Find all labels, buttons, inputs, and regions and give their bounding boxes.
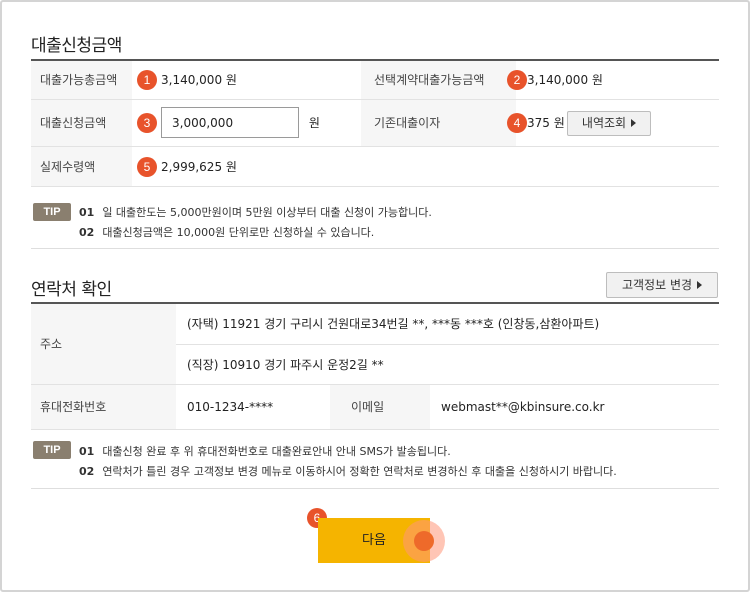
- step-badge-4: 4: [507, 112, 527, 133]
- contact-section-title: 연락처 확인: [31, 280, 112, 300]
- address-work: (직장) 10910 경기 파주시 운정2길 **: [176, 344, 720, 385]
- net-received-cell: 5 2,999,625 원: [132, 146, 719, 187]
- tip-item-text: 대출신청금액은 10,000원 단위로만 신청하실 수 있습니다.: [102, 226, 375, 239]
- tip-badge: TIP: [33, 203, 71, 221]
- net-received-value: 2,999,625 원: [161, 159, 237, 174]
- arrow-right-icon: [697, 281, 703, 289]
- apply-amount-input[interactable]: [161, 107, 299, 138]
- table-row: 실제수령액 5 2,999,625 원: [31, 146, 719, 187]
- step-badge-2: 2: [507, 70, 527, 90]
- tip-item-text: 대출신청 완료 후 위 휴대전화번호로 대출완료안내 안내 SMS가 발송됩니다…: [102, 445, 451, 458]
- step-badge-1: 1: [137, 70, 157, 90]
- tip-item: 01 대출신청 완료 후 위 휴대전화번호로 대출완료안내 안내 SMS가 발송됩…: [79, 443, 451, 459]
- tip-item-number: 02: [79, 465, 95, 478]
- section-divider: [31, 248, 719, 249]
- table-row: 휴대전화번호 010-1234-**** 이메일 webmast**@kbins…: [31, 384, 720, 430]
- edit-customer-info-label: 고객정보 변경: [621, 278, 693, 292]
- tip-item-number: 01: [79, 206, 95, 219]
- available-total-label: 대출가능총금액: [31, 61, 132, 100]
- loan-section-title: 대출신청금액: [31, 36, 122, 56]
- table-row: 대출신청금액 3 원 기존대출이자 4 375 원 내역조회: [31, 99, 719, 147]
- tip-item-number: 02: [79, 226, 95, 239]
- existing-interest-label: 기존대출이자: [361, 99, 516, 147]
- section-divider: [31, 488, 719, 489]
- history-lookup-button[interactable]: 내역조회: [567, 110, 651, 136]
- tip-item-text: 연락처가 틀린 경우 고객정보 변경 메뉴로 이동하시어 정확한 연락처로 변경…: [102, 465, 617, 478]
- net-received-label: 실제수령액: [31, 146, 132, 187]
- mobile-label: 휴대전화번호: [31, 384, 176, 430]
- arrow-right-icon: [631, 118, 637, 127]
- apply-amount-unit: 원: [308, 115, 320, 130]
- edit-customer-info-button[interactable]: 고객정보 변경: [606, 272, 718, 298]
- tip-item: 01 일 대출한도는 5,000만원이며 5만원 이상부터 대출 신청이 가능합니…: [79, 204, 432, 220]
- step-badge-3: 3: [137, 112, 157, 133]
- tip-badge: TIP: [33, 441, 71, 459]
- history-lookup-label: 내역조회: [581, 115, 627, 130]
- address-home: (자택) 11921 경기 구리시 건원대로34번길 **, ***동 ***호…: [176, 304, 720, 345]
- contact-info-table: 주소 (자택) 11921 경기 구리시 건원대로34번길 **, ***동 *…: [31, 304, 720, 430]
- existing-interest-value: 375 원: [527, 116, 565, 130]
- tip-item: 02 대출신청금액은 10,000원 단위로만 신청하실 수 있습니다.: [79, 224, 374, 240]
- address-label: 주소: [31, 304, 176, 385]
- tip-item-text: 일 대출한도는 5,000만원이며 5만원 이상부터 대출 신청이 가능합니다.: [102, 206, 432, 219]
- tip-item: 02 연락처가 틀린 경우 고객정보 변경 메뉴로 이동하시어 정확한 연락처로 …: [79, 463, 617, 479]
- apply-amount-label: 대출신청금액: [31, 99, 132, 147]
- click-indicator-dot: [414, 531, 434, 551]
- available-total-value: 3,140,000 원: [161, 73, 237, 88]
- available-total-cell: 1 3,140,000 원: [132, 61, 361, 100]
- selected-contract-value: 3,140,000 원: [527, 73, 603, 88]
- existing-interest-cell: 4 375 원 내역조회: [507, 99, 719, 147]
- apply-amount-cell: 3 원: [132, 99, 361, 147]
- email-value: webmast**@kbinsure.co.kr: [430, 384, 720, 430]
- step-badge-5: 5: [137, 156, 157, 177]
- mobile-value: 010-1234-****: [176, 384, 330, 430]
- selected-contract-label: 선택계약대출가능금액: [361, 61, 516, 100]
- email-label: 이메일: [330, 384, 430, 430]
- table-row: 대출가능총금액 1 3,140,000 원 선택계약대출가능금액 2 3,140…: [31, 61, 719, 100]
- loan-info-table: 대출가능총금액 1 3,140,000 원 선택계약대출가능금액 2 3,140…: [31, 61, 719, 187]
- table-row: 주소 (자택) 11921 경기 구리시 건원대로34번길 **, ***동 *…: [31, 304, 720, 385]
- tip-item-number: 01: [79, 445, 95, 458]
- selected-contract-cell: 2 3,140,000 원: [507, 61, 719, 100]
